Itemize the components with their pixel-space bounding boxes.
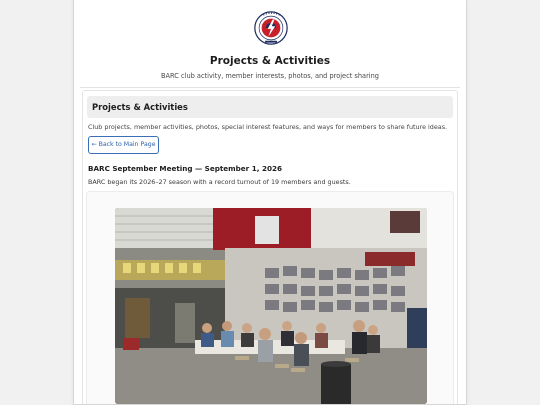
- page-subtitle: BARC club activity, member interests, ph…: [161, 72, 379, 80]
- meeting-photo[interactable]: [115, 208, 427, 404]
- header-divider: [80, 87, 460, 88]
- back-to-main-button[interactable]: ← Back to Main Page: [88, 136, 159, 154]
- post-text: BARC began its 2026–27 season with a rec…: [88, 178, 351, 186]
- post-title: BARC September Meeting — September 1, 20…: [88, 164, 282, 173]
- page-title: Projects & Activities: [209, 55, 331, 67]
- club-logo: [254, 11, 288, 45]
- section-heading: Projects & Activities: [87, 96, 453, 118]
- section-intro: Club projects, member activities, photos…: [88, 123, 448, 131]
- page-container: Projects & Activities BARC club activity…: [73, 0, 467, 405]
- main-content-card: Projects & Activities Club projects, mem…: [82, 90, 458, 404]
- photo-frame: [86, 191, 454, 404]
